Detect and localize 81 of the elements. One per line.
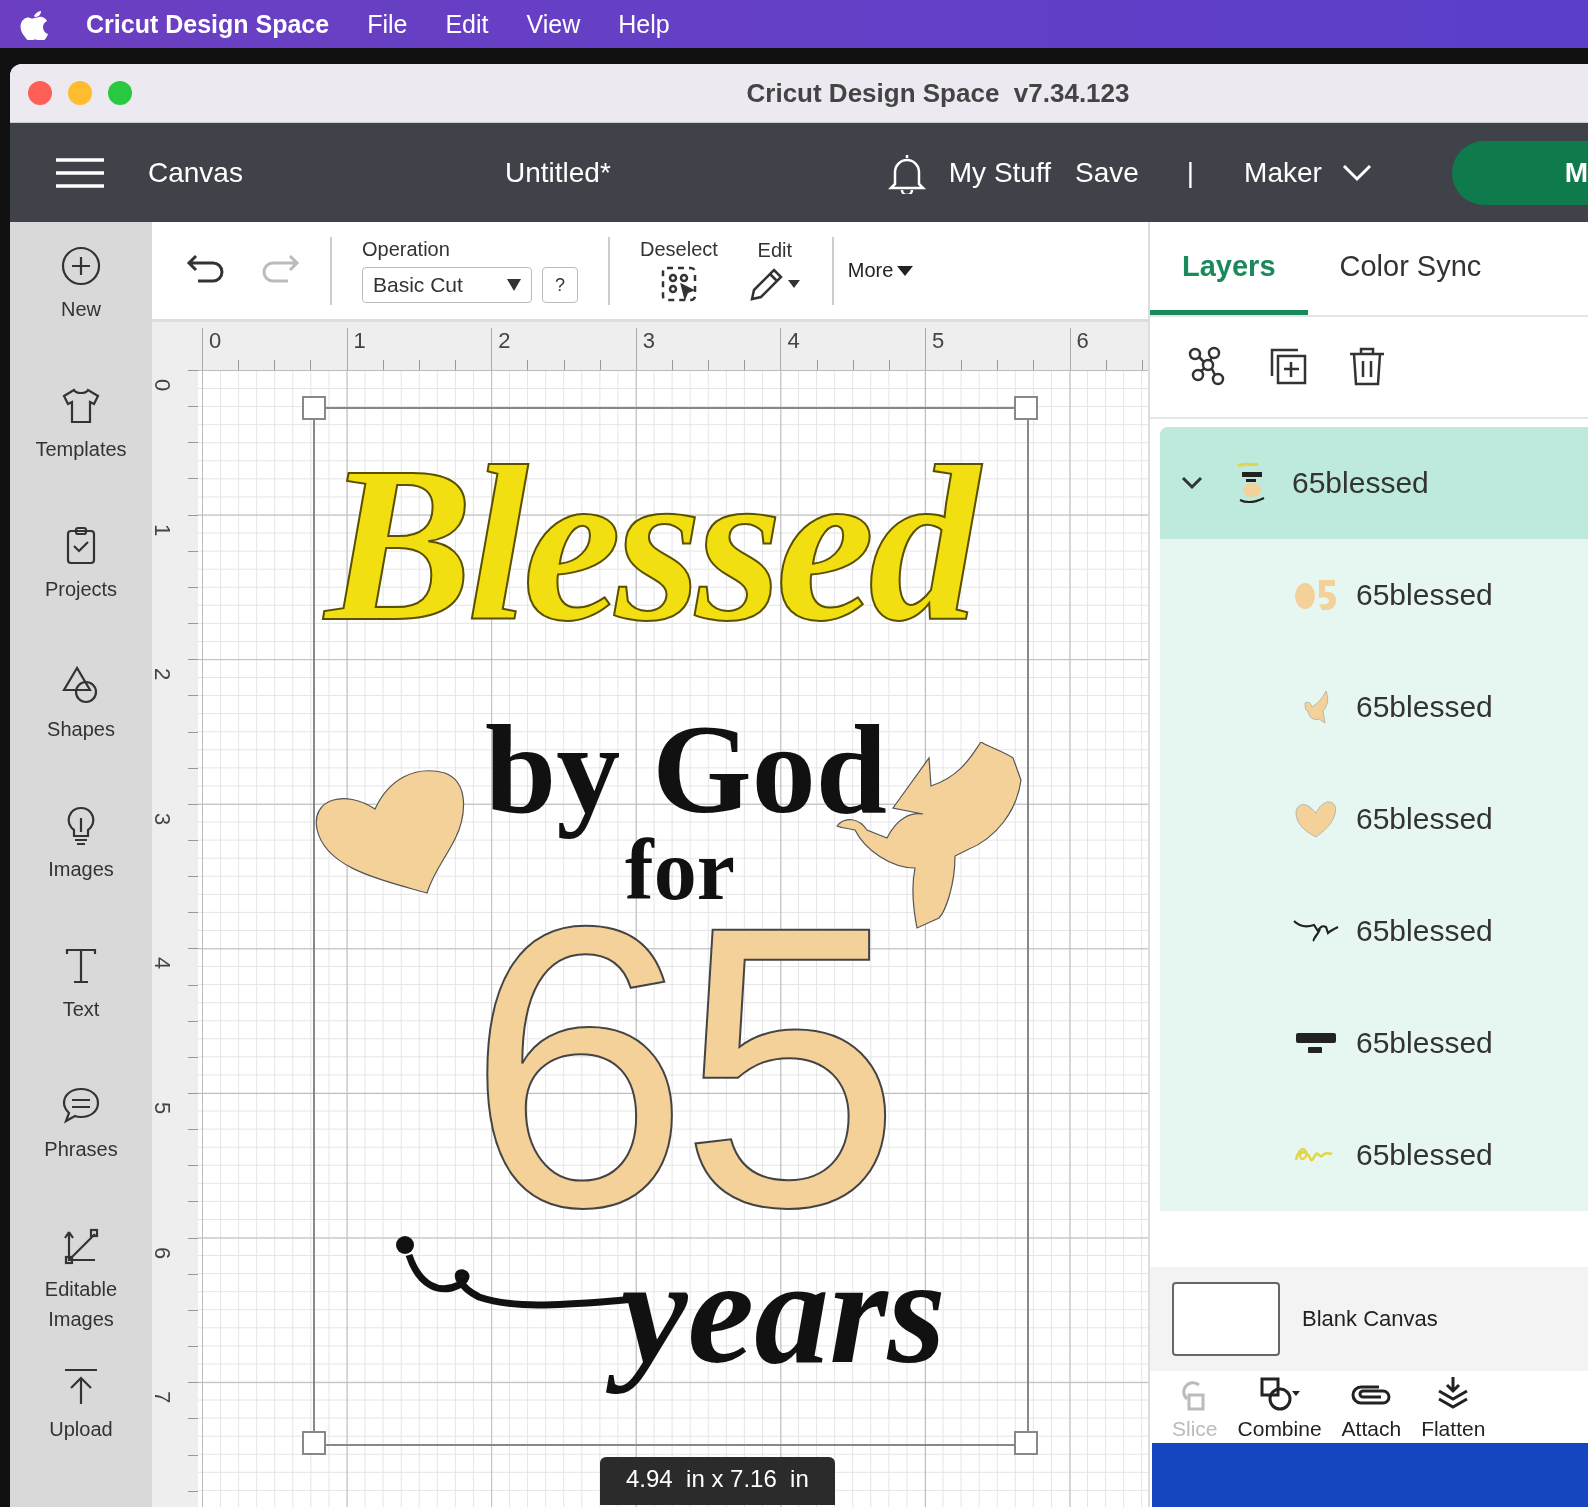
layer-name: 65blessed xyxy=(1356,802,1493,836)
window-title: Cricut Design Space v7.34.123 xyxy=(745,77,1131,109)
apple-logo-icon[interactable] xyxy=(20,8,48,40)
make-button[interactable]: M xyxy=(1451,140,1588,205)
operation-dropdown[interactable]: Basic Cut xyxy=(362,267,532,303)
header-link[interactable]: My Stuff xyxy=(948,156,1051,189)
more-menu[interactable]: More xyxy=(847,259,914,282)
number-thumbnail-icon xyxy=(1295,580,1337,610)
menu-item[interactable]: File xyxy=(367,9,408,39)
script-thumbnail-icon xyxy=(1293,919,1339,943)
sidebar-item[interactable]: Images xyxy=(10,804,152,944)
sidebar-item[interactable]: Upload xyxy=(10,1364,152,1504)
trash-icon xyxy=(1348,345,1386,386)
panel-tab[interactable]: Layers xyxy=(1150,222,1308,315)
attach-button[interactable]: Attach xyxy=(1331,1375,1412,1441)
resize-handle[interactable] xyxy=(1014,1431,1038,1455)
layer-name: 65blessed xyxy=(1356,578,1493,612)
resize-handle[interactable] xyxy=(302,396,326,420)
resize-handle[interactable] xyxy=(302,1431,326,1455)
dropdown-caret-icon xyxy=(897,265,914,276)
sidebar-item[interactable]: New xyxy=(10,244,152,384)
edit-button[interactable]: Edit xyxy=(747,239,802,302)
script-lettering: years xyxy=(595,1221,970,1417)
ruler-label: 5 xyxy=(152,1101,176,1115)
operation-label: Operation xyxy=(362,238,451,261)
ruler-label: 0 xyxy=(152,378,176,392)
document-title[interactable]: Untitled* xyxy=(504,156,611,189)
layer-group-row[interactable]: 65blessed xyxy=(1160,427,1588,539)
canvas-label: Blank Canvas xyxy=(1302,1306,1438,1332)
bird-thumbnail-icon xyxy=(1303,690,1329,724)
script-lettering: Blessed xyxy=(325,417,998,673)
layer-name: 65blessed xyxy=(1356,1138,1493,1172)
layer-name: 65blessed xyxy=(1356,914,1493,948)
sidebar-item[interactable]: Templates xyxy=(10,384,152,524)
words-thumbnail-icon xyxy=(1296,1033,1336,1053)
pencil-icon xyxy=(747,266,802,302)
layer-name: 65blessed xyxy=(1356,1026,1493,1060)
layer-name: 65blessed xyxy=(1292,466,1429,500)
flatten-button[interactable]: Flatten xyxy=(1411,1375,1496,1441)
heart-thumbnail-icon xyxy=(1295,800,1337,838)
deselect-button[interactable]: Deselect xyxy=(640,238,718,303)
combine-button[interactable]: Combine xyxy=(1227,1375,1332,1441)
help-button[interactable]: ? xyxy=(542,267,578,303)
layer-row[interactable]: 65blessed xyxy=(1160,763,1588,875)
menu-item[interactable]: View xyxy=(526,9,581,39)
layer-row[interactable]: 65blessed xyxy=(1160,1099,1588,1211)
layer-row[interactable]: 65blessed xyxy=(1160,539,1588,651)
menu-item[interactable]: Help xyxy=(618,9,670,39)
menu-icon[interactable] xyxy=(56,157,104,188)
chevron-down-icon[interactable] xyxy=(1341,163,1372,182)
ruler-label: 3 xyxy=(152,812,176,825)
panel-tab[interactable]: Color Sync xyxy=(1307,222,1514,315)
resize-handle[interactable] xyxy=(1014,396,1038,420)
new-icon xyxy=(59,244,103,288)
ruler-label: 2 xyxy=(152,668,176,681)
app-menu[interactable]: Cricut Design Space xyxy=(86,9,330,39)
header-link[interactable]: Save xyxy=(1074,156,1139,189)
sidebar-item[interactable]: Phrases xyxy=(10,1084,152,1224)
canvas-thumbnail[interactable] xyxy=(1172,1282,1280,1356)
redo-icon xyxy=(260,254,300,284)
ruler-label: 6 xyxy=(152,1246,176,1259)
section-title: Canvas xyxy=(148,156,243,189)
machine-selector[interactable]: Maker xyxy=(1244,156,1322,189)
layer-row[interactable]: 65blessed xyxy=(1160,875,1588,987)
ruler-label: 7 xyxy=(152,1391,176,1404)
sidebar-item[interactable]: Projects xyxy=(10,524,152,664)
layer-row[interactable]: 65blessed xyxy=(1160,651,1588,763)
layer-name: 65blessed xyxy=(1356,690,1493,724)
deselect-icon xyxy=(659,265,698,303)
ruler-label: 4 xyxy=(152,957,176,970)
sidebar-item[interactable]: Editable Images xyxy=(10,1224,152,1364)
size-tooltip: 4.94 in x 7.16 in xyxy=(600,1457,835,1505)
ruler-label: 1 xyxy=(152,523,176,536)
separator: | xyxy=(1186,156,1195,189)
dropdown-caret-icon xyxy=(507,279,521,291)
sidebar-item[interactable]: Shapes xyxy=(10,664,152,804)
undo-icon xyxy=(186,254,226,284)
sidebar-item[interactable]: Text xyxy=(10,944,152,1084)
menu-item[interactable]: Edit xyxy=(445,9,489,39)
close-button[interactable] xyxy=(28,81,52,105)
layer-row[interactable]: 65blessed xyxy=(1160,987,1588,1099)
